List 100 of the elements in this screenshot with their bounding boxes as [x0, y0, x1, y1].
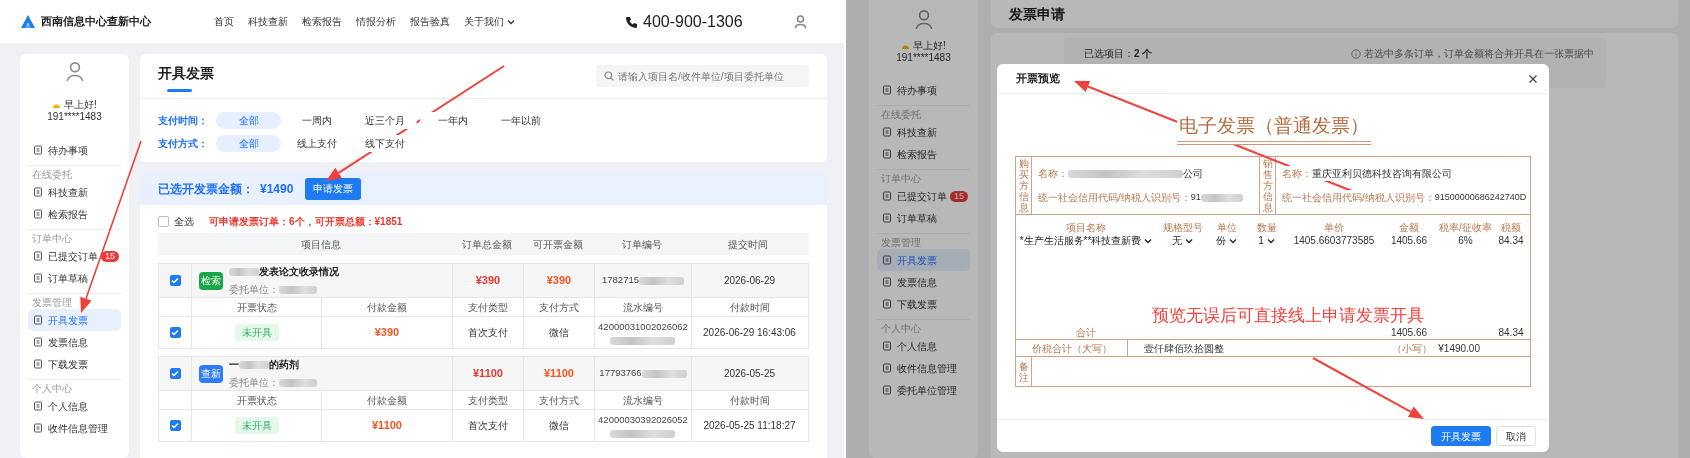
- notice-text: 可申请发票订单：6个，可开票总额：¥1851: [209, 214, 403, 229]
- document-icon: [33, 145, 43, 155]
- payment-amount: ¥390: [374, 325, 400, 341]
- document-icon: [882, 85, 892, 95]
- sidebar-item[interactable]: 科技查新: [877, 121, 970, 143]
- order-total: ¥1100: [473, 366, 503, 382]
- column-header: 单价: [1323, 221, 1345, 235]
- info-icon: [1351, 48, 1361, 59]
- table-cell-text: 微信: [549, 419, 569, 433]
- column-header: 提交时间: [727, 237, 769, 252]
- sidebar-item[interactable]: 下载发票: [28, 353, 121, 375]
- phone-number: 191****1483: [895, 52, 952, 64]
- nav-link[interactable]: 报告验真: [410, 14, 450, 29]
- blurred-text: [610, 337, 676, 346]
- sidebar-item[interactable]: 待办事项: [28, 139, 121, 161]
- sidebar-item[interactable]: 已提交订单 15: [877, 185, 970, 207]
- column-header: 订单总金额: [460, 237, 513, 252]
- column-header: 付款金额: [367, 393, 407, 408]
- document-icon: [33, 337, 43, 347]
- nav-link[interactable]: 科技查新: [248, 14, 288, 29]
- section-label: 订单中心: [31, 233, 73, 245]
- document-icon: [882, 277, 892, 287]
- document-icon: [882, 213, 892, 223]
- sidebar-item[interactable]: 订单草稿: [28, 267, 121, 289]
- page-title: 开具发票: [158, 63, 214, 83]
- sidebar-item[interactable]: 发票信息: [28, 331, 121, 353]
- column-header: 规格型号: [1161, 221, 1204, 235]
- project-title: 的药剂: [269, 358, 299, 372]
- client-text: 委托单位：: [229, 283, 279, 297]
- sidebar-item[interactable]: 订单草稿: [877, 207, 970, 229]
- sidebar-item[interactable]: 委托单位管理: [877, 379, 970, 401]
- item-select[interactable]: *生产生活服务**科技查新费: [1016, 233, 1156, 248]
- sidebar-item[interactable]: 检索报告: [28, 203, 121, 225]
- checkbox[interactable]: [158, 215, 169, 227]
- nav-link[interactable]: 情报分析: [356, 14, 396, 29]
- total-amount: 1405.66: [1389, 326, 1429, 340]
- summary-label: 已选开发票金额：: [158, 180, 254, 198]
- grand-total-amount: ¥1490.00: [1438, 341, 1480, 356]
- sidebar-item[interactable]: 已提交订单 15: [28, 245, 121, 267]
- sidebar-item[interactable]: 发票信息: [877, 271, 970, 293]
- order-number: 1782715: [602, 273, 639, 288]
- nav-link[interactable]: 检索报告: [302, 14, 342, 29]
- column-header: 流水编号: [623, 393, 663, 408]
- sidebar-item[interactable]: 个人信息: [28, 395, 121, 417]
- document-icon: [33, 187, 43, 197]
- column-header: 支付方式: [539, 393, 579, 408]
- item-select[interactable]: 份: [1209, 233, 1244, 248]
- sidebar-item[interactable]: 下载发票: [877, 293, 970, 315]
- document-icon: [33, 359, 43, 369]
- sidebar-item[interactable]: 收件信息管理: [28, 417, 121, 439]
- serial-number: 42000030392026052: [598, 412, 688, 427]
- greeting-text: 早上好!: [913, 40, 946, 52]
- sidebar-item[interactable]: 检索报告: [877, 143, 970, 165]
- checkbox[interactable]: [169, 420, 181, 431]
- column-header: 税额: [1500, 221, 1522, 235]
- item-cell-text: 1405.6603773585: [1292, 234, 1376, 248]
- column-header: 付款时间: [729, 300, 770, 315]
- search-icon: [604, 71, 614, 81]
- document-icon: [33, 315, 43, 325]
- column-header: 支付类型: [468, 393, 508, 408]
- tab-underline: [167, 88, 192, 92]
- sidebar-item[interactable]: 科技查新: [28, 181, 121, 203]
- hotline-number: 400-900-1306: [643, 11, 743, 32]
- filter-label: 支付方式：: [158, 137, 209, 151]
- client-text: 委托单位：: [229, 376, 279, 390]
- document-icon: [33, 273, 43, 283]
- nav-link[interactable]: 首页: [214, 14, 234, 29]
- filter-option[interactable]: 全部: [216, 135, 281, 152]
- field-label: 名称：: [1282, 166, 1312, 181]
- close-icon: [1528, 73, 1538, 84]
- payment-time: 2026-06-29 16:43:06: [703, 326, 796, 340]
- blurred-text: [1200, 193, 1243, 202]
- document-icon: [882, 341, 892, 351]
- sidebar-item[interactable]: 开具发票: [28, 309, 121, 331]
- payment-time: 2026-05-25 11:18:27: [703, 419, 796, 433]
- party-label: 销售方信息: [1262, 158, 1273, 213]
- section-label: 订单中心: [880, 173, 922, 185]
- company-name: 公司: [1183, 166, 1203, 181]
- checkbox[interactable]: [169, 327, 181, 338]
- search-field[interactable]: 请输入项目名/收件单位/项目委托单位: [596, 65, 809, 87]
- total-label: 合计: [1075, 326, 1097, 340]
- item-select[interactable]: 无: [1156, 233, 1209, 248]
- checkbox[interactable]: [169, 275, 181, 286]
- sidebar-item[interactable]: 待办事项: [877, 79, 970, 101]
- payment-amount: ¥1100: [372, 418, 402, 434]
- sidebar-item[interactable]: 收件信息管理: [877, 357, 970, 379]
- cancel-button[interactable]: 取消: [1496, 426, 1536, 446]
- type-badge: 检索: [199, 271, 223, 290]
- item-select[interactable]: 1: [1244, 233, 1289, 248]
- sidebar-item[interactable]: 个人信息: [877, 335, 970, 357]
- item-cell-text: 6%: [1457, 234, 1474, 248]
- annotation-text: 预览无误后可直接线上申请发票开具: [1151, 307, 1424, 325]
- blurred-text: [239, 360, 269, 369]
- apply-invoice-button[interactable]: 申请发票: [305, 177, 362, 200]
- filter-option[interactable]: 全部: [216, 112, 281, 129]
- checkbox[interactable]: [169, 368, 181, 379]
- column-header: 付款金额: [367, 300, 407, 315]
- nav-link[interactable]: 关于我们: [464, 14, 515, 29]
- issue-invoice-button[interactable]: 开具发票: [1431, 426, 1491, 446]
- column-header: 订单编号: [620, 237, 663, 252]
